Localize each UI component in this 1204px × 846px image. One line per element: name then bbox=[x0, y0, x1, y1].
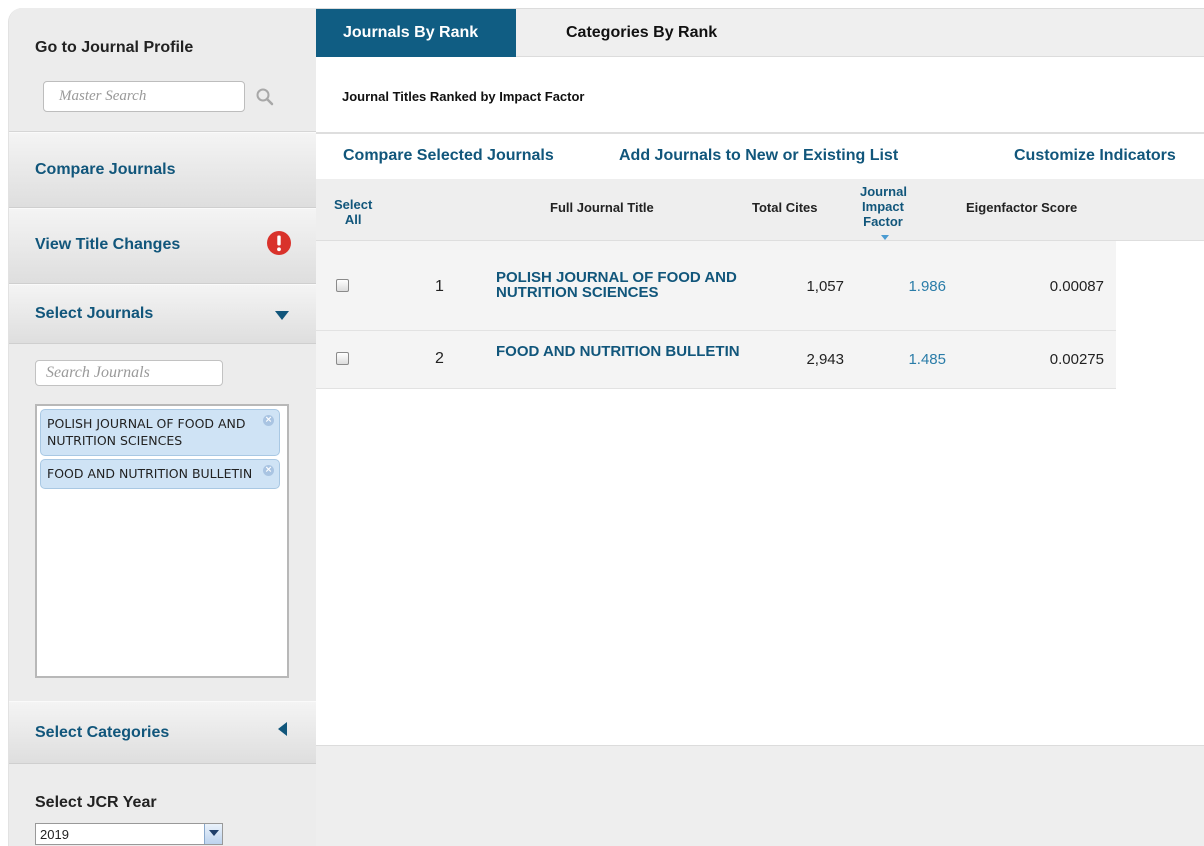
journal-title-link[interactable]: POLISH JOURNAL OF FOOD AND NUTRITION SCI… bbox=[496, 270, 756, 300]
journal-chip: POLISH JOURNAL OF FOOD AND NUTRITION SCI… bbox=[40, 409, 280, 456]
jcr-year-select[interactable]: 2019 bbox=[35, 823, 223, 845]
divider bbox=[316, 132, 1204, 134]
select-journals-label: Select Journals bbox=[35, 305, 154, 322]
close-icon[interactable]: × bbox=[263, 415, 274, 426]
impact-factor-value[interactable]: 1.986 bbox=[908, 278, 946, 295]
dropdown-arrow-icon[interactable] bbox=[204, 824, 222, 844]
journal-chip-label: POLISH JOURNAL OF FOOD AND NUTRITION SCI… bbox=[47, 416, 246, 448]
page-title: Journal Titles Ranked by Impact Factor bbox=[342, 89, 585, 104]
row-checkbox[interactable] bbox=[336, 352, 349, 365]
jif-line1: Journal bbox=[860, 184, 907, 199]
jif-line2: Impact bbox=[862, 199, 904, 214]
chevron-left-icon bbox=[278, 722, 287, 736]
select-categories-header[interactable]: Select Categories bbox=[9, 701, 316, 764]
row-rank: 2 bbox=[435, 350, 444, 367]
sort-down-icon bbox=[880, 235, 889, 241]
table-row: 1 POLISH JOURNAL OF FOOD AND NUTRITION S… bbox=[316, 241, 1116, 331]
journal-title-link[interactable]: FOOD AND NUTRITION BULLETIN bbox=[496, 344, 756, 359]
jcr-year-value: 2019 bbox=[40, 827, 69, 842]
add-journals-to-list-link[interactable]: Add Journals to New or Existing List bbox=[619, 147, 898, 165]
impact-factor-header[interactable]: Journal Impact Factor bbox=[860, 184, 907, 244]
full-journal-title-header[interactable]: Full Journal Title bbox=[550, 200, 654, 215]
view-title-changes-button[interactable]: View Title Changes bbox=[9, 208, 316, 284]
compare-journals-label: Compare Journals bbox=[35, 161, 176, 178]
row-rank: 1 bbox=[435, 278, 444, 295]
alert-icon bbox=[267, 231, 291, 255]
eigenfactor-header[interactable]: Eigenfactor Score bbox=[966, 200, 1077, 215]
table-header: Select All Full Journal Title Total Cite… bbox=[316, 179, 1204, 241]
customize-indicators-link[interactable]: Customize Indicators bbox=[1014, 147, 1176, 165]
impact-factor-value[interactable]: 1.485 bbox=[908, 351, 946, 368]
selected-journals-list[interactable]: POLISH JOURNAL OF FOOD AND NUTRITION SCI… bbox=[35, 404, 289, 678]
compare-selected-journals-link[interactable]: Compare Selected Journals bbox=[343, 147, 554, 165]
jcr-year-title: Select JCR Year bbox=[35, 794, 157, 811]
select-journals-header[interactable]: Select Journals bbox=[9, 284, 316, 344]
view-title-changes-label: View Title Changes bbox=[35, 236, 181, 253]
row-checkbox[interactable] bbox=[336, 279, 349, 292]
total-cites-header[interactable]: Total Cites bbox=[752, 200, 818, 215]
tab-journals-by-rank[interactable]: Journals By Rank bbox=[316, 9, 516, 57]
eigenfactor-value: 0.00275 bbox=[1049, 351, 1104, 368]
main-panel: Journals By Rank Categories By Rank Jour… bbox=[316, 8, 1204, 846]
select-all-line1: Select bbox=[334, 197, 373, 212]
chevron-down-icon bbox=[275, 311, 289, 320]
master-search-input[interactable]: Master Search bbox=[43, 81, 245, 112]
select-categories-label: Select Categories bbox=[35, 724, 170, 741]
jif-line3: Factor bbox=[863, 214, 903, 229]
jcr-year-panel: Select JCR Year 2019 bbox=[9, 764, 316, 846]
tab-bar: Journals By Rank Categories By Rank bbox=[316, 9, 1204, 57]
search-journals-input[interactable]: Search Journals bbox=[35, 360, 223, 386]
footer-area bbox=[316, 745, 1204, 846]
select-all-header[interactable]: Select All bbox=[334, 197, 372, 227]
select-all-line2: All bbox=[344, 212, 362, 227]
select-journals-panel: Search Journals POLISH JOURNAL OF FOOD A… bbox=[9, 344, 316, 701]
journal-chip: FOOD AND NUTRITION BULLETIN × bbox=[40, 459, 280, 489]
close-icon[interactable]: × bbox=[263, 465, 274, 476]
compare-journals-button[interactable]: Compare Journals bbox=[9, 132, 316, 208]
eigenfactor-value: 0.00087 bbox=[1049, 278, 1104, 295]
sidebar: Go to Journal Profile Master Search Comp… bbox=[8, 8, 316, 846]
total-cites-value: 1,057 bbox=[806, 278, 844, 295]
journal-chip-label: FOOD AND NUTRITION BULLETIN bbox=[47, 466, 253, 481]
journal-profile-panel: Go to Journal Profile Master Search bbox=[9, 8, 316, 132]
total-cites-value: 2,943 bbox=[806, 351, 844, 368]
search-icon[interactable] bbox=[255, 87, 275, 107]
journal-profile-title: Go to Journal Profile bbox=[35, 39, 194, 56]
tab-categories-by-rank[interactable]: Categories By Rank bbox=[566, 24, 717, 42]
table-row: 2 FOOD AND NUTRITION BULLETIN 2,943 1.48… bbox=[316, 331, 1116, 389]
